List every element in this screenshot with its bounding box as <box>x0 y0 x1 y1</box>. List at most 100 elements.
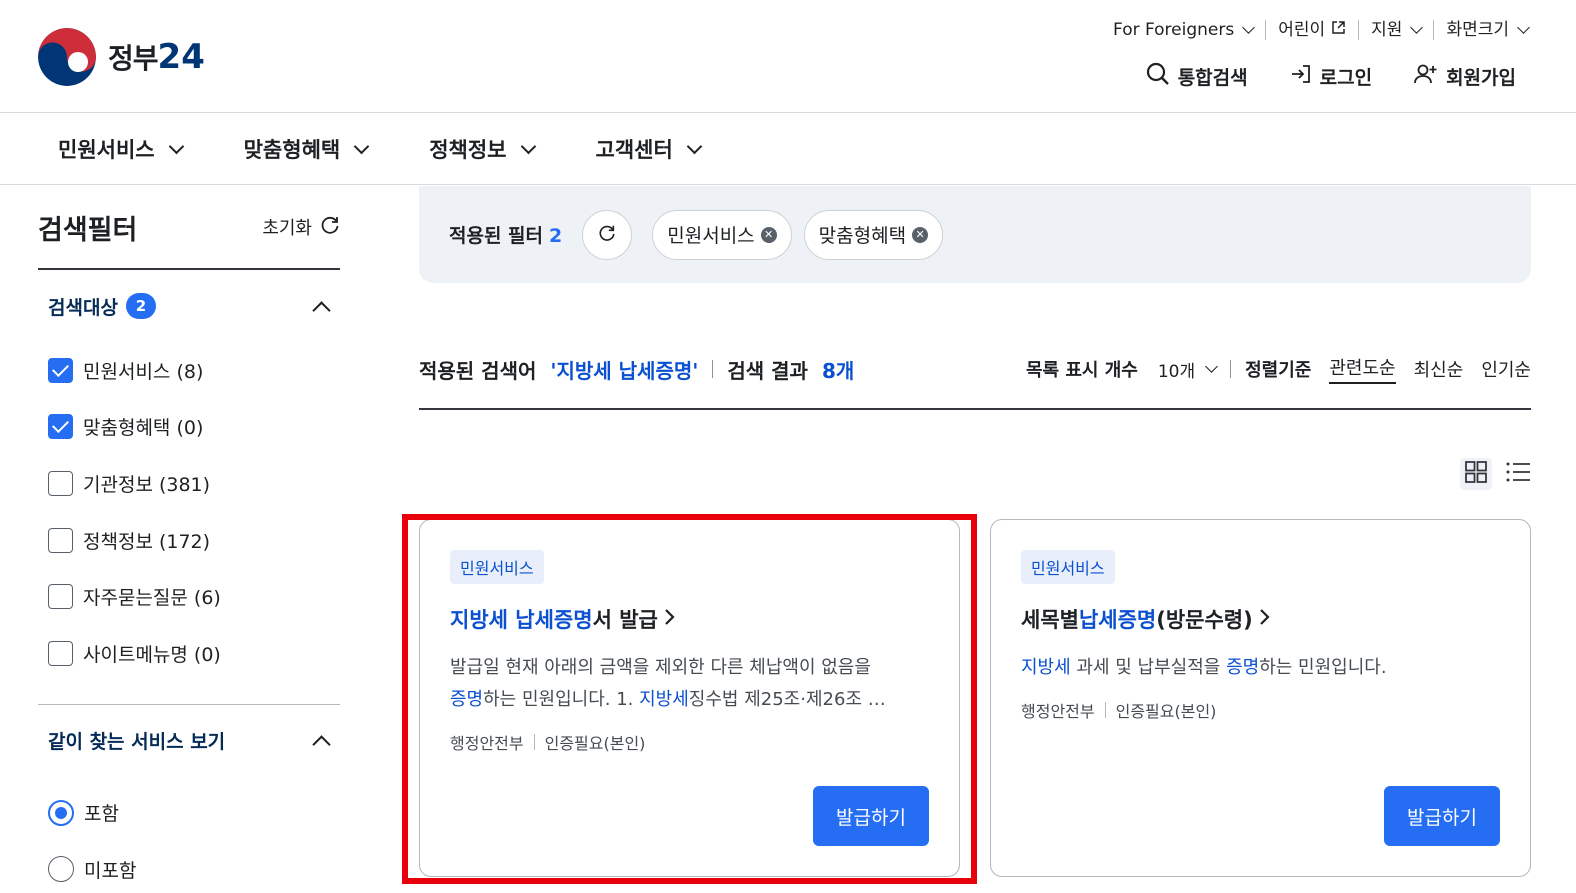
sort-relevance[interactable]: 관련도순 <box>1329 354 1396 384</box>
separator <box>533 734 535 750</box>
desc-text: 징수법 제25조·제26조 … <box>688 689 886 710</box>
chevron-down-icon <box>1517 21 1530 34</box>
checkbox-empty-icon[interactable] <box>48 640 73 666</box>
desc-line: 지방세 과세 및 납부실적을 증명하는 민원입니다. <box>1021 652 1501 684</box>
checkbox-checked-icon[interactable] <box>48 357 73 383</box>
sidebar-header: 검색필터 초기화 <box>38 186 340 270</box>
login-button[interactable]: 로그인 <box>1290 63 1372 90</box>
for-foreigners-label: For Foreigners <box>1113 20 1235 40</box>
agency-name: 행정안전부 <box>450 734 524 753</box>
category-tag: 민원서비스 <box>450 550 544 584</box>
chevron-down-icon <box>1242 21 1256 34</box>
gnb-item-custom-benefits[interactable]: 맞춤형혜택 <box>244 134 370 164</box>
taegeuk-logo-icon <box>38 28 96 86</box>
site-logo[interactable]: 정부 24 <box>38 28 205 86</box>
remove-chip-icon[interactable]: ✕ <box>760 226 777 243</box>
filter-chip-custom-benefits[interactable]: 맞춤형혜택 ✕ <box>803 209 944 260</box>
kids-link[interactable]: 어린이 <box>1266 20 1360 40</box>
title-text: (방문수령) <box>1156 608 1253 632</box>
support-menu[interactable]: 지원 <box>1359 20 1435 40</box>
gnb-label: 민원서비스 <box>58 138 155 162</box>
chevron-down-icon <box>686 138 703 155</box>
results-summary: 적용된 검색어 '지방세 납세증명' 검색 결과 8개 <box>419 355 854 384</box>
gnb-label: 정책정보 <box>429 138 507 162</box>
search-target-section-toggle[interactable]: 검색대상 2 <box>38 270 340 342</box>
desc-text: 과세 및 납부실적을 <box>1070 657 1227 678</box>
for-foreigners-menu[interactable]: For Foreigners <box>1101 20 1267 40</box>
radio-unselected-icon[interactable] <box>48 856 74 883</box>
utility-top-menu: For Foreigners 어린이 지원 화면크기 <box>1101 20 1530 40</box>
filter-chip-label: 맞춤형혜택 <box>818 225 907 247</box>
login-icon <box>1290 63 1312 90</box>
issue-button[interactable]: 발급하기 <box>1384 786 1500 846</box>
result-card-description: 지방세 과세 및 납부실적을 증명하는 민원입니다. <box>1021 652 1501 684</box>
related-service-section-toggle[interactable]: 같이 찾는 서비스 보기 <box>38 705 340 777</box>
applied-filter-title: 적용된 필터 2 <box>449 221 562 248</box>
gnb-item-policy-info[interactable]: 정책정보 <box>429 134 536 164</box>
related-service-radio-group: 포함 미포함 <box>38 785 340 893</box>
desc-text: 하는 민원입니다. 1. <box>483 689 640 710</box>
radio-selected-icon[interactable] <box>48 799 74 826</box>
checkbox-faq[interactable]: 자주묻는질문 (6) <box>48 568 340 625</box>
checkbox-label: 정책정보 (172) <box>83 530 211 553</box>
result-card-title-link[interactable]: 세목별납세증명(방문수령) <box>1021 604 1500 634</box>
result-card-title-link[interactable]: 지방세 납세증명서 발급 <box>450 604 929 634</box>
radio-include[interactable]: 포함 <box>48 785 340 842</box>
desc-highlight: 증명 <box>1226 657 1260 678</box>
chevron-up-icon <box>312 300 331 320</box>
site-header: 정부 24 For Foreigners 어린이 지원 화면크기 통합검색 로그… <box>0 0 1576 113</box>
checkbox-empty-icon[interactable] <box>48 584 73 610</box>
chevron-down-icon <box>353 138 370 155</box>
screen-size-menu[interactable]: 화면크기 <box>1434 20 1530 40</box>
issue-button[interactable]: 발급하기 <box>813 786 929 846</box>
checkbox-label: 사이트메뉴명 (0) <box>83 643 221 666</box>
sort-popular[interactable]: 인기순 <box>1481 356 1531 382</box>
grid-icon <box>1464 460 1488 488</box>
list-icon <box>1505 460 1531 488</box>
desc-highlight: 증명 <box>450 689 484 710</box>
keyword-label: 적용된 검색어 <box>419 358 537 383</box>
reset-filter-button[interactable]: 초기화 <box>262 214 340 240</box>
auth-requirement: 인증필요(본인) <box>1115 702 1217 721</box>
integrated-search-button[interactable]: 통합검색 <box>1146 62 1248 91</box>
sort-latest[interactable]: 최신순 <box>1414 356 1464 382</box>
applied-filter-bar: 적용된 필터 2 민원서비스 ✕ 맞춤형혜택 ✕ <box>419 186 1531 283</box>
checkbox-agency-info[interactable]: 기관정보 (381) <box>48 455 340 512</box>
gnb-item-civil-service[interactable]: 민원서비스 <box>58 134 184 164</box>
filter-chip-label: 민원서비스 <box>667 225 755 247</box>
filter-refresh-button[interactable] <box>582 209 633 260</box>
desc-highlight: 지방세 <box>1021 657 1071 678</box>
separator <box>712 360 714 378</box>
remove-chip-icon[interactable]: ✕ <box>912 226 929 243</box>
separator <box>1230 360 1232 378</box>
filter-chip-civil-service[interactable]: 민원서비스 ✕ <box>652 209 792 260</box>
list-view-button[interactable] <box>1502 458 1534 490</box>
checkbox-empty-icon[interactable] <box>48 527 73 553</box>
checkbox-empty-icon[interactable] <box>48 470 73 496</box>
checkbox-site-menu[interactable]: 사이트메뉴명 (0) <box>48 625 340 682</box>
grid-view-button[interactable] <box>1460 458 1492 490</box>
search-target-label: 검색대상 <box>48 296 118 319</box>
title-highlight: 지방세 납세증명 <box>450 608 593 632</box>
checkbox-custom-benefits[interactable]: 맞춤형혜택 (0) <box>48 399 340 456</box>
desc-line: 증명하는 민원입니다. 1. 지방세징수법 제25조·제26조 … <box>450 684 930 716</box>
checkbox-checked-icon[interactable] <box>48 414 73 440</box>
checkbox-label: 민원서비스 (8) <box>83 360 204 383</box>
separator <box>1104 702 1106 718</box>
per-page-select[interactable]: 10개 <box>1158 357 1218 382</box>
result-label: 검색 결과 <box>727 358 808 383</box>
results-header: 적용된 검색어 '지방세 납세증명' 검색 결과 8개 목록 표시 개수 10개… <box>419 330 1531 410</box>
category-tag: 민원서비스 <box>1021 550 1115 584</box>
radio-exclude[interactable]: 미포함 <box>48 841 340 893</box>
checkbox-label: 기관정보 (381) <box>83 473 211 496</box>
result-card-meta: 행정안전부 인증필요(본인) <box>1021 698 1500 722</box>
applied-keyword: '지방세 납세증명' <box>550 358 699 383</box>
view-mode-toggle <box>1460 458 1534 490</box>
global-navigation: 민원서비스 맞춤형혜택 정책정보 고객센터 <box>0 114 1576 185</box>
gnb-item-customer-center[interactable]: 고객센터 <box>596 134 703 164</box>
signup-button[interactable]: 회원가입 <box>1414 63 1516 90</box>
refresh-icon <box>598 224 616 246</box>
screen-size-label: 화면크기 <box>1446 20 1509 40</box>
checkbox-policy-info[interactable]: 정책정보 (172) <box>48 512 340 569</box>
checkbox-civil-service[interactable]: 민원서비스 (8) <box>48 342 340 399</box>
